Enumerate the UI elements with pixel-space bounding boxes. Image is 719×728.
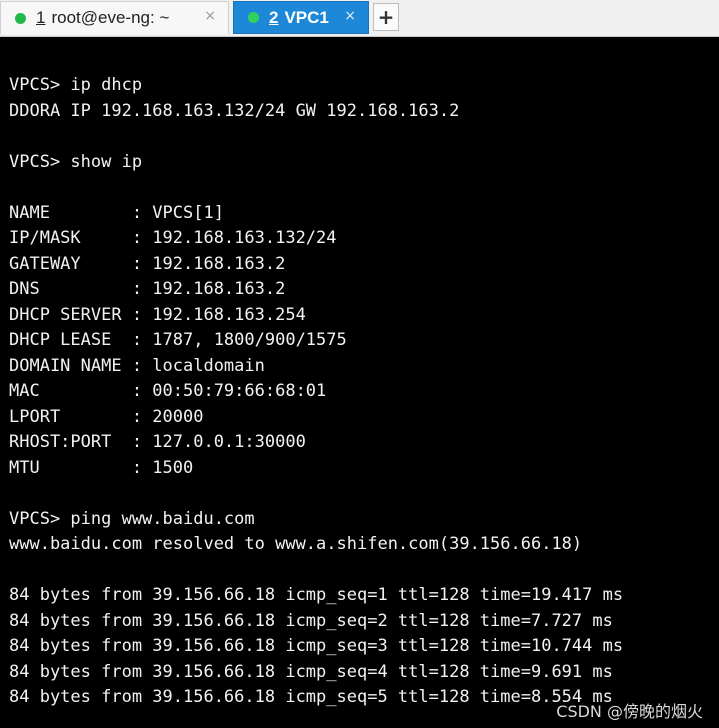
terminal-line: GATEWAY : 192.168.163.2 — [9, 253, 286, 274]
terminal-lines: VPCS> ip dhcp DDORA IP 192.168.163.132/24… — [9, 73, 623, 711]
terminal-line: VPCS> ip dhcp — [9, 75, 143, 95]
terminal-output[interactable]: VPCS> ip dhcp DDORA IP 192.168.163.132/24… — [0, 37, 719, 728]
terminal-line: DHCP SERVER : 192.168.163.254 — [9, 304, 306, 325]
terminal-line: www.baidu.com resolved to www.a.shifen.c… — [9, 534, 583, 554]
tab-number: 1 — [36, 8, 46, 27]
connection-status-icon — [248, 12, 259, 23]
terminal-line: DNS : 192.168.163.2 — [9, 279, 286, 299]
terminal-line: DHCP LEASE : 1787, 1800/900/1575 — [9, 330, 347, 350]
terminal-line: 84 bytes from 39.156.66.18 icmp_seq=4 tt… — [9, 661, 613, 682]
terminal-line: MAC : 00:50:79:66:68:01 — [9, 381, 327, 401]
tab-title: VPC1 — [284, 7, 329, 27]
tab-bar: 1 root@eve-ng: ~ × 2 VPC1 × + — [0, 0, 719, 37]
tab-root-eve-ng[interactable]: 1 root@eve-ng: ~ × — [0, 1, 229, 34]
terminal-line: 84 bytes from 39.156.66.18 icmp_seq=2 tt… — [9, 610, 613, 631]
terminal-line: 84 bytes from 39.156.66.18 icmp_seq=5 tt… — [9, 687, 613, 707]
close-tab-icon[interactable]: × — [204, 8, 216, 24]
terminal-line: LPORT : 20000 — [9, 406, 204, 427]
tab-number: 2 — [269, 7, 279, 27]
terminal-line: 84 bytes from 39.156.66.18 icmp_seq=1 tt… — [9, 585, 624, 605]
terminal-line: DDORA IP 192.168.163.132/24 GW 192.168.1… — [9, 100, 460, 121]
terminal-line: 84 bytes from 39.156.66.18 icmp_seq=3 tt… — [9, 636, 624, 656]
terminal-app-window: 1 root@eve-ng: ~ × 2 VPC1 × + VPCS> ip d… — [0, 0, 719, 728]
terminal-line: MTU : 1500 — [9, 457, 194, 478]
terminal-line: RHOST:PORT : 127.0.0.1:30000 — [9, 432, 306, 452]
terminal-line: NAME : VPCS[1] — [9, 202, 224, 223]
new-tab-button[interactable]: + — [373, 3, 399, 31]
tab-title: root@eve-ng: ~ — [51, 8, 170, 27]
terminal-line: IP/MASK : 192.168.163.132/24 — [9, 228, 337, 248]
terminal-line: VPCS> show ip — [9, 151, 143, 172]
watermark: CSDN @傍晚的烟火 — [556, 702, 703, 721]
tab-vpc1[interactable]: 2 VPC1 × — [233, 1, 369, 34]
terminal-line: VPCS> ping www.baidu.com — [9, 508, 255, 529]
close-tab-icon[interactable]: × — [344, 8, 356, 24]
connection-status-icon — [15, 12, 26, 24]
terminal-line: DOMAIN NAME : localdomain — [9, 355, 265, 376]
